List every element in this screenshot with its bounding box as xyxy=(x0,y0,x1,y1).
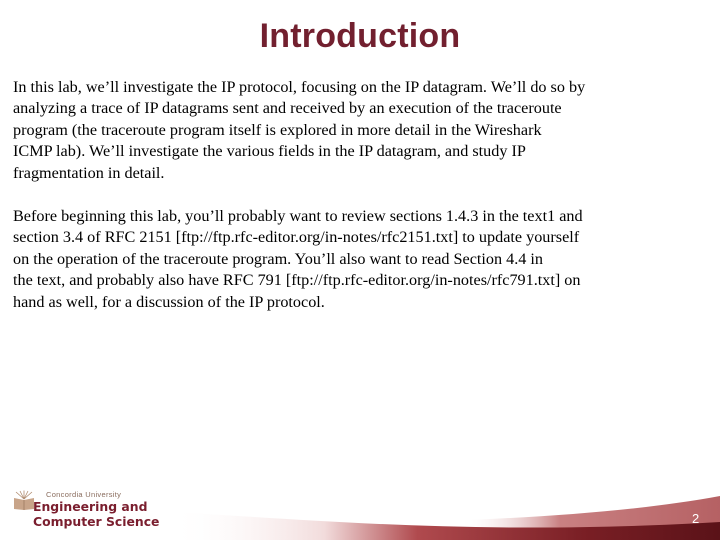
page-number: 2 xyxy=(692,511,700,526)
logo-faculty-line2: Computer Science xyxy=(33,514,160,529)
text-line: on the operation of the traceroute progr… xyxy=(13,249,544,268)
text-line: In this lab, we’ll investigate the IP pr… xyxy=(13,78,586,96)
logo-university-name: Concordia University xyxy=(46,490,122,499)
text-line: program (the traceroute program itself i… xyxy=(13,120,542,139)
text-line: ICMP lab). We’ll investigate the various… xyxy=(13,142,526,161)
logo-faculty-line1: Engineering and xyxy=(33,499,148,514)
concordia-logo: Concordia University Engineering and Com… xyxy=(12,490,182,532)
text-line: the text, and probably also have RFC 791… xyxy=(13,271,581,290)
text-line: fragmentation in detail. xyxy=(13,163,165,182)
slide-title: Introduction xyxy=(259,17,461,55)
paragraph-prerequisites: Before beginning this lab, you’ll probab… xyxy=(13,206,713,313)
paragraph-intro: In this lab, we’ll investigate the IP pr… xyxy=(13,77,713,184)
text-line: analyzing a trace of IP datagrams sent a… xyxy=(13,99,562,118)
text-line: Before beginning this lab, you’ll probab… xyxy=(13,207,583,225)
text-line: hand as well, for a discussion of the IP… xyxy=(13,292,325,311)
text-line: section 3.4 of RFC 2151 [ftp://ftp.rfc-e… xyxy=(13,228,580,247)
